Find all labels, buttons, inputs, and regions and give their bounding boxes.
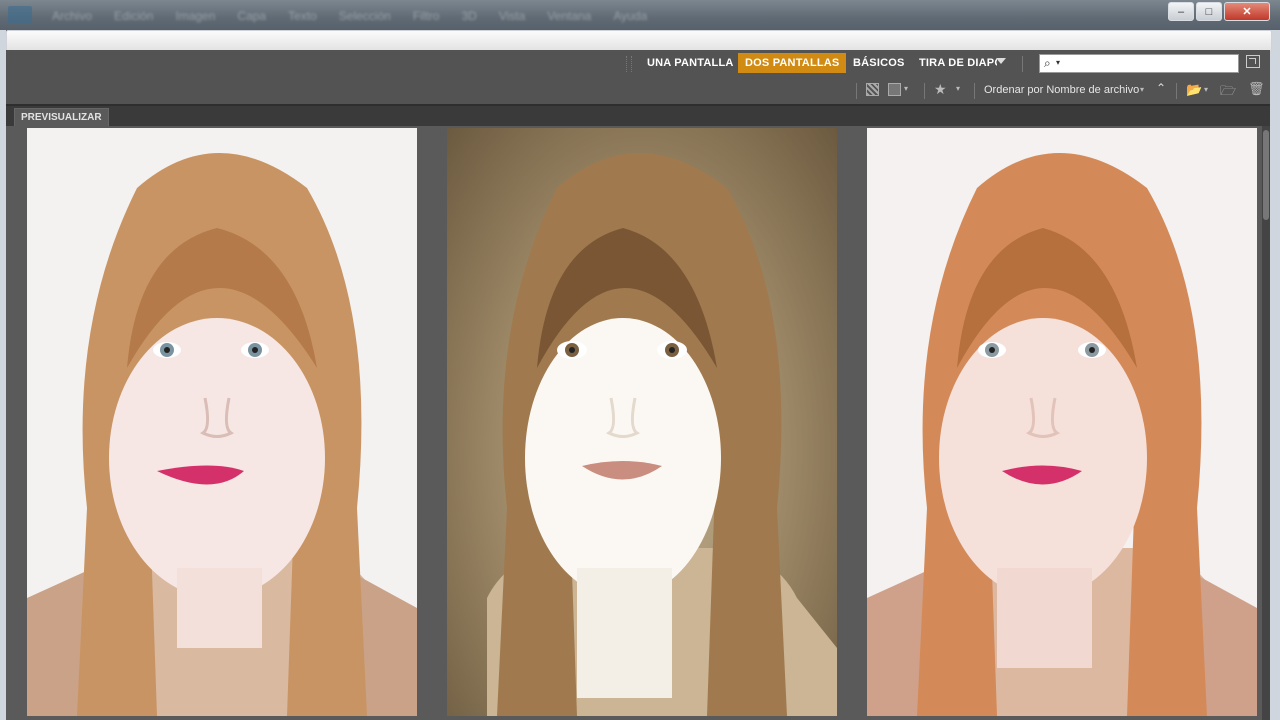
search-icon: ⌕: [1044, 56, 1051, 70]
search-input[interactable]: ⌕ ▾: [1039, 54, 1239, 73]
divider: [1176, 83, 1177, 99]
workspace-basicos[interactable]: BÁSICOS: [846, 53, 912, 73]
open-folder-icon[interactable]: 📂: [1186, 82, 1202, 98]
workspace-bar: UNA PANTALLA DOS PANTALLAS BÁSICOS TIRA …: [6, 50, 1270, 78]
window-controls: – □ ✕: [1168, 2, 1270, 21]
maximize-button[interactable]: □: [1196, 2, 1222, 21]
open-folder-chevron-icon[interactable]: ▾: [1204, 85, 1208, 94]
portrait-1-illustration: [27, 153, 417, 716]
thumbnails-icon[interactable]: [888, 83, 901, 96]
workspace-dos-pantallas[interactable]: DOS PANTALLAS: [738, 53, 847, 73]
grip-handle[interactable]: [626, 56, 632, 72]
search-options-chevron-icon[interactable]: ▾: [1056, 58, 1060, 67]
menu-item-3d[interactable]: 3D: [461, 9, 476, 23]
divider: [924, 83, 925, 99]
menu-item-ventana[interactable]: Ventana: [547, 9, 591, 23]
compact-mode-icon[interactable]: [1246, 55, 1260, 68]
content-toolbar: ▾ ★ ▾ Ordenar por Nombre de archivo ▾ ⌃ …: [6, 78, 1270, 106]
photo-portrait-2[interactable]: [447, 128, 837, 716]
menu-item-filtro[interactable]: Filtro: [413, 9, 440, 23]
portrait-2-illustration: [487, 153, 837, 716]
window-titlebar: Archivo Edición Imagen Capa Texto Selecc…: [0, 0, 1280, 30]
menu-item-imagen[interactable]: Imagen: [175, 9, 215, 23]
panel-tab-bar: PREVISUALIZAR: [6, 106, 1270, 127]
vertical-scrollbar[interactable]: [1262, 126, 1270, 720]
divider: [856, 83, 857, 99]
menu-bar: Archivo Edición Imagen Capa Texto Selecc…: [52, 9, 647, 23]
menu-item-vista[interactable]: Vista: [499, 9, 525, 23]
quality-icon[interactable]: [866, 83, 879, 96]
app-logo-icon: [8, 6, 32, 24]
menu-item-ayuda[interactable]: Ayuda: [613, 9, 647, 23]
minimize-button[interactable]: –: [1168, 2, 1194, 21]
divider: [1022, 56, 1023, 72]
sort-ascending-icon[interactable]: ⌃: [1156, 81, 1166, 95]
star-filter-chevron-icon[interactable]: ▾: [956, 84, 960, 93]
photo-portrait-3[interactable]: [867, 128, 1257, 716]
photo-portrait-1[interactable]: [27, 128, 417, 716]
new-folder-icon[interactable]: 🗁: [1220, 82, 1236, 104]
tab-previsualizar[interactable]: PREVISUALIZAR: [14, 108, 109, 127]
menu-item-seleccion[interactable]: Selección: [339, 9, 391, 23]
menu-item-capa[interactable]: Capa: [237, 9, 266, 23]
workspace-una-pantalla[interactable]: UNA PANTALLA: [640, 53, 741, 73]
thumbnails-chevron-icon[interactable]: ▾: [904, 84, 908, 93]
menu-item-archivo[interactable]: Archivo: [52, 9, 92, 23]
scrollbar-thumb[interactable]: [1263, 130, 1269, 220]
menu-item-edicion[interactable]: Edición: [114, 9, 153, 23]
close-button[interactable]: ✕: [1224, 2, 1270, 21]
sort-dropdown[interactable]: Ordenar por Nombre de archivo: [984, 84, 1139, 96]
divider: [974, 83, 975, 99]
trash-icon[interactable]: 🗑: [1248, 81, 1265, 97]
application-bar: [6, 30, 1272, 52]
sort-chevron-icon[interactable]: ▾: [1140, 85, 1144, 94]
portrait-3-illustration: [867, 153, 1257, 716]
window-right-border: [1270, 30, 1280, 720]
workspace-tira-de-diapositivas[interactable]: TIRA DE DIAPOSITIVAS: [912, 53, 997, 73]
star-filter-icon[interactable]: ★: [934, 81, 947, 98]
workspace-menu-chevron-icon[interactable]: [996, 58, 1006, 64]
menu-item-texto[interactable]: Texto: [288, 9, 317, 23]
